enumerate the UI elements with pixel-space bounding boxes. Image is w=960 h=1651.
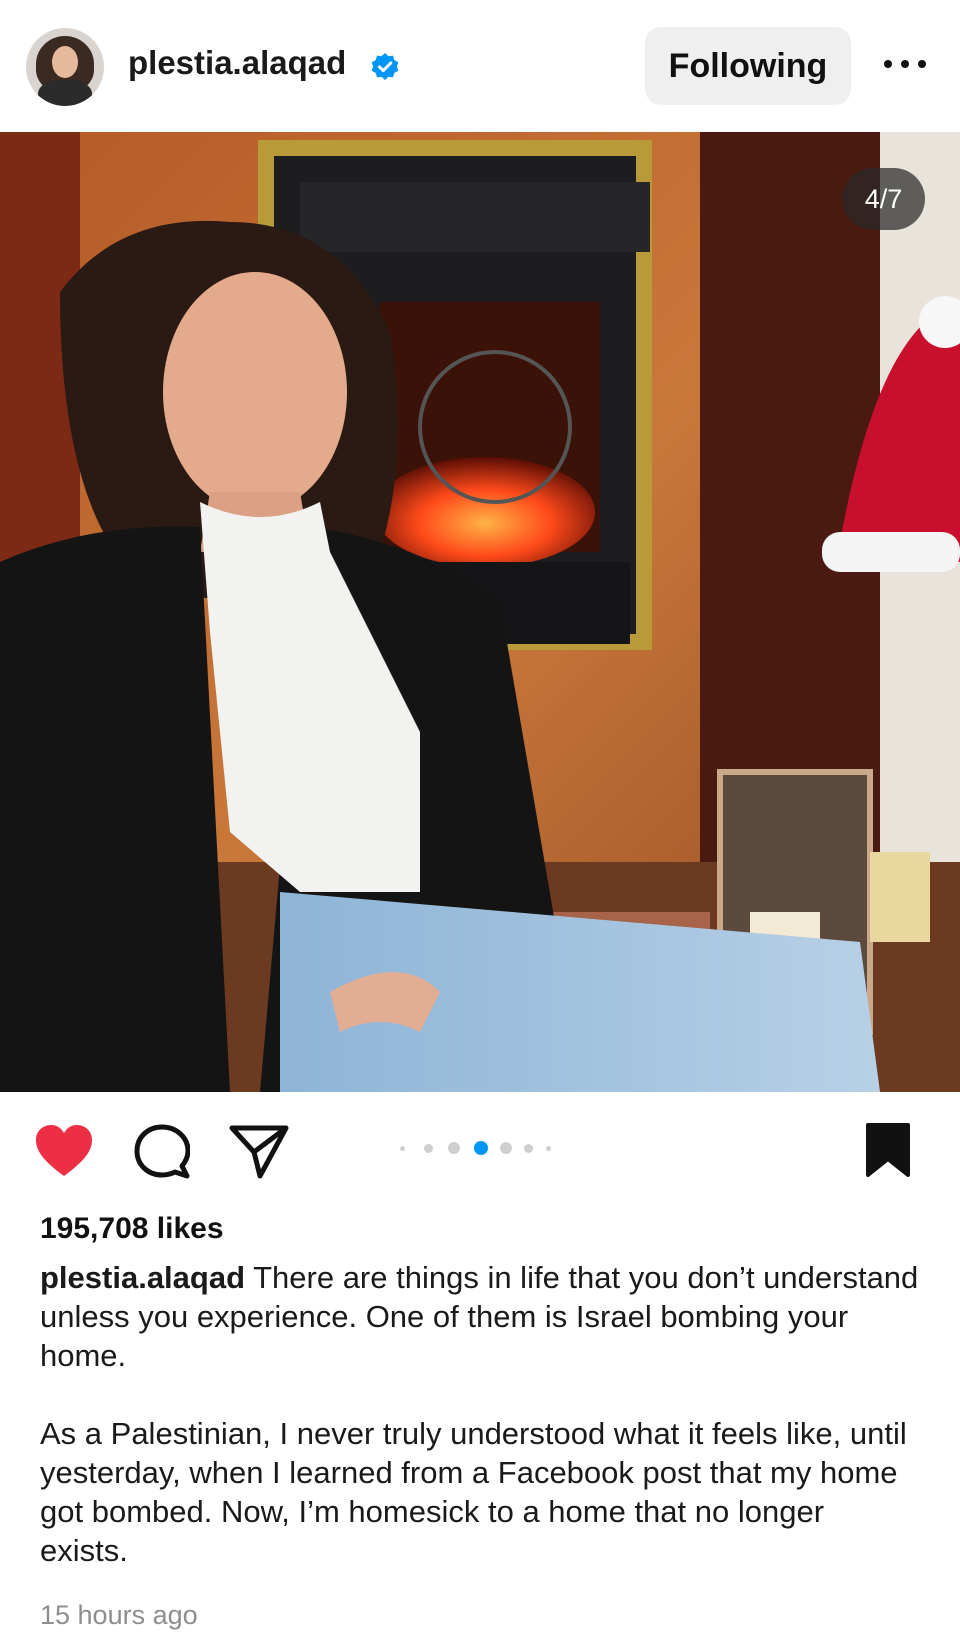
carousel-dot-active [474, 1141, 488, 1155]
username[interactable]: plestia.alaqad [128, 44, 346, 82]
carousel-dot [546, 1145, 551, 1151]
avatar[interactable] [26, 28, 104, 106]
carousel-dot [448, 1142, 460, 1154]
comment-icon[interactable] [134, 1124, 190, 1180]
carousel-dot [524, 1143, 533, 1153]
caption-username[interactable]: plestia.alaqad [40, 1260, 245, 1295]
photo-illustration [0, 132, 960, 1092]
share-icon[interactable] [228, 1122, 290, 1180]
more-options-icon[interactable] [884, 60, 926, 72]
timestamp: 15 hours ago [40, 1600, 198, 1630]
carousel-dot [500, 1142, 512, 1154]
carousel-dot [400, 1145, 405, 1151]
image-counter: 4/7 [842, 168, 925, 230]
likes-count[interactable]: 195,708 likes [40, 1212, 224, 1246]
carousel-dot [424, 1143, 433, 1153]
following-button[interactable]: Following [645, 27, 851, 105]
post-photo[interactable] [0, 132, 960, 1092]
caption-text-2: As a Palestinian, I never truly understo… [40, 1416, 907, 1568]
caption: plestia.alaqad There are things in life … [40, 1258, 920, 1570]
verified-badge-icon [371, 53, 399, 80]
bookmark-icon[interactable] [864, 1122, 912, 1178]
carousel-dots [400, 1138, 560, 1158]
heart-icon[interactable] [34, 1124, 94, 1178]
